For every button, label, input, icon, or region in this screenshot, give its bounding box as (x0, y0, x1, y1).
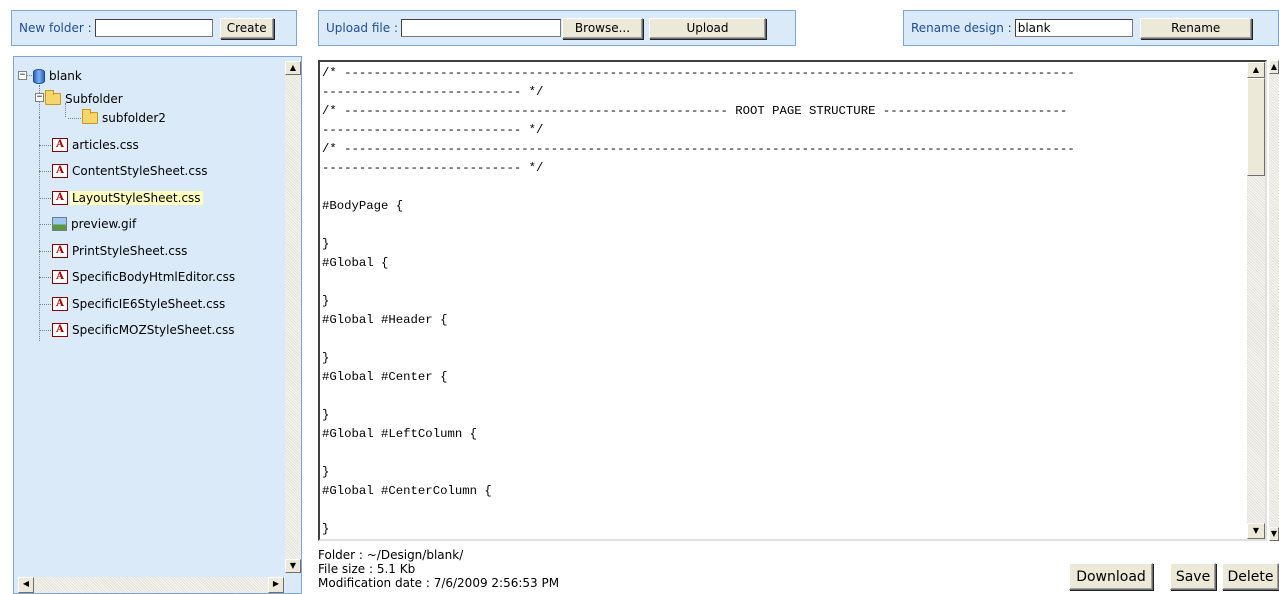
database-icon (33, 68, 45, 84)
css-file-icon: A (52, 164, 68, 178)
tree-item-file[interactable]: A articles.css (52, 135, 141, 155)
css-file-icon: A (52, 270, 68, 284)
tree-connector (39, 145, 51, 146)
delete-button[interactable]: Delete (1222, 563, 1279, 590)
scroll-up-icon[interactable]: ▲ (1269, 60, 1279, 74)
tree-item-file[interactable]: A SpecificBodyHtmlEditor.css (52, 267, 237, 287)
tree-connector (39, 224, 51, 225)
rename-design-input[interactable] (1014, 19, 1133, 37)
tree-item-label: subfolder2 (102, 111, 166, 125)
file-size: File size : 5.1 Kb (318, 562, 416, 576)
tree-item-file[interactable]: A SpecificIE6StyleSheet.css (52, 294, 227, 314)
tree-item-file[interactable]: preview.gif (52, 214, 138, 234)
new-folder-panel: New folder : Create (11, 10, 297, 46)
css-file-icon: A (52, 323, 68, 337)
tree-item-label: PrintStyleSheet.css (72, 244, 188, 258)
css-file-icon: A (52, 138, 68, 152)
tree-item-label: blank (49, 69, 82, 83)
collapse-toggle-icon[interactable]: − (18, 71, 27, 80)
tree-connector (27, 75, 32, 76)
download-button[interactable]: Download (1069, 563, 1153, 590)
tree-item-file[interactable]: A PrintStyleSheet.css (52, 241, 189, 261)
tree-horizontal-scrollbar[interactable] (18, 577, 284, 593)
tree-connector (39, 85, 40, 119)
page-vertical-scrollbar[interactable] (1269, 60, 1279, 541)
folder-icon (45, 90, 61, 105)
code-editor[interactable]: /* -------------------------------------… (318, 60, 1267, 541)
tree-connector (39, 251, 51, 252)
scroll-down-icon[interactable]: ▼ (1247, 523, 1265, 539)
modification-date: Modification date : 7/6/2009 2:56:53 PM (318, 576, 560, 590)
tree-connector (39, 117, 40, 341)
tree-vertical-scrollbar[interactable] (285, 61, 301, 573)
tree-item-label: SpecificBodyHtmlEditor.css (72, 270, 236, 284)
scroll-right-icon[interactable]: ▶ (268, 577, 284, 593)
code-editor-text[interactable]: /* -------------------------------------… (322, 64, 1247, 539)
scroll-down-icon[interactable]: ▼ (285, 559, 301, 573)
tree-connector (39, 198, 51, 199)
folder-icon (82, 109, 98, 124)
file-info: Folder : ~/Design/blank/ File size : 5.1… (318, 548, 559, 590)
tree-item-folder[interactable]: Subfolder (45, 89, 125, 109)
upload-panel: Upload file : Browse... Upload (318, 10, 796, 46)
scroll-up-icon[interactable]: ▲ (1247, 62, 1265, 78)
tree-item-label: preview.gif (71, 217, 137, 231)
css-file-icon: A (52, 297, 68, 311)
tree-item-file-selected[interactable]: A LayoutStyleSheet.css (52, 188, 203, 208)
new-folder-input[interactable] (94, 19, 213, 37)
tree-item-label: SpecificMOZStyleSheet.css (72, 323, 235, 337)
upload-file-label: Upload file : (326, 21, 398, 35)
upload-file-input[interactable] (401, 19, 561, 37)
rename-design-label: Rename design : (911, 21, 1012, 35)
rename-panel: Rename design : Rename (903, 10, 1279, 46)
tree-item-label: LayoutStyleSheet.css (70, 191, 203, 205)
tree-item-label: articles.css (72, 138, 139, 152)
rename-button[interactable]: Rename (1139, 17, 1252, 39)
save-button[interactable]: Save (1170, 563, 1216, 590)
tree-item-file[interactable]: A ContentStyleSheet.css (52, 161, 209, 181)
collapse-toggle-icon[interactable]: − (35, 93, 44, 102)
tree-connector (39, 330, 51, 331)
new-folder-label: New folder : (19, 21, 92, 35)
file-tree-panel: − blank − Subfolder subfolder2 A article… (13, 56, 302, 594)
css-file-icon: A (52, 244, 68, 258)
tree-item-label: ContentStyleSheet.css (72, 164, 208, 178)
tree-connector (39, 171, 51, 172)
folder-path: Folder : ~/Design/blank/ (318, 548, 464, 562)
upload-button[interactable]: Upload (649, 17, 766, 39)
scroll-left-icon[interactable]: ◀ (18, 577, 34, 593)
tree-connector (39, 277, 51, 278)
tree-item-label: Subfolder (65, 92, 123, 106)
tree-connector (39, 304, 51, 305)
scroll-up-icon[interactable]: ▲ (285, 61, 301, 75)
editor-scroll-thumb[interactable] (1247, 78, 1265, 176)
tree-connector (68, 118, 81, 119)
tree-item-root[interactable]: blank (33, 66, 84, 86)
create-button[interactable]: Create (219, 17, 274, 39)
tree-item-folder[interactable]: subfolder2 (82, 108, 168, 128)
browse-button[interactable]: Browse... (562, 17, 643, 39)
tree-item-label: SpecificIE6StyleSheet.css (72, 297, 226, 311)
css-file-icon: A (52, 191, 68, 205)
tree-item-file[interactable]: A SpecificMOZStyleSheet.css (52, 320, 236, 340)
image-file-icon (52, 217, 67, 231)
scroll-down-icon[interactable]: ▼ (1269, 527, 1279, 541)
